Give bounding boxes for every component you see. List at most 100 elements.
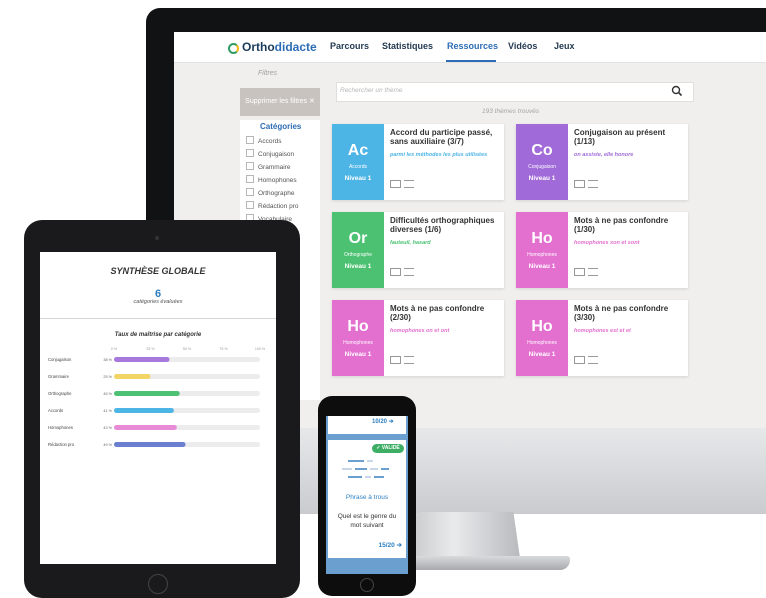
category-label: Orthographe	[48, 391, 72, 396]
theme-card[interactable]: Co Conjugaison Niveau 1 Conjugaison au pré…	[516, 124, 688, 200]
brand-logo[interactable]: Orthodidacte	[228, 40, 317, 54]
filter-grammaire[interactable]: Grammaire	[246, 162, 291, 171]
data-label: 38 %	[103, 358, 112, 362]
checkbox[interactable]	[246, 162, 254, 170]
filter-accords[interactable]: Accords	[246, 136, 281, 145]
categories-title: Catégories	[260, 122, 302, 131]
filter-label: Grammaire	[258, 164, 291, 171]
theme-card[interactable]: Or Orthographe Niveau 1 Difficultés orthog…	[332, 212, 504, 288]
tablet-home-button	[148, 574, 168, 594]
data-label: 25 %	[103, 375, 112, 379]
exercise-icon	[574, 356, 585, 364]
filter-label: Rédaction pro	[258, 203, 299, 210]
level-label: Niveau 1	[528, 263, 556, 270]
filter-label: Orthographe	[258, 190, 295, 197]
nav-ressources[interactable]: Ressources	[447, 41, 498, 51]
filter-label: Homophones	[258, 177, 297, 184]
checkbox[interactable]	[246, 136, 254, 144]
theme-card[interactable]: Ho Homophones Niveau 1 Mots à ne pas confo…	[516, 300, 688, 376]
x-tick-label: 25 %	[146, 347, 155, 351]
card-title: Mots à ne pas confondre (3/30)	[574, 304, 669, 322]
active-tab-indicator	[446, 60, 496, 62]
category-abbr: Ho	[531, 230, 553, 247]
level-label: Niveau 1	[344, 175, 372, 182]
filter-orthographe[interactable]: Orthographe	[246, 188, 295, 197]
card-title: Mots à ne pas confondre (1/30)	[574, 216, 669, 234]
category-abbr: Or	[348, 230, 368, 247]
phone-screen: 10/20 ➔ ✓ VALIDÉ Phrase à trous Quel est…	[326, 416, 408, 574]
list-icon	[588, 356, 598, 364]
brand-name-rest: didacte	[274, 40, 317, 54]
data-label: 41 %	[103, 409, 112, 413]
exercise-icon	[574, 180, 585, 188]
exercise-icon	[390, 268, 401, 276]
category-badge: Ho Homophones Niveau 1	[516, 300, 568, 376]
filter-label: Conjugaison	[258, 151, 295, 158]
exercise-icon	[390, 180, 401, 188]
card-subtitle: homophones on et ont	[390, 328, 450, 334]
card-subtitle: parmi les méthodes les plus utilisées	[390, 152, 488, 158]
bar	[114, 442, 186, 447]
category-name: Homophones	[343, 340, 373, 346]
card-title: Mots à ne pas confondre (2/30)	[390, 304, 485, 322]
x-tick-label: 100 %	[255, 347, 266, 351]
bar	[114, 357, 170, 362]
category-label: Homophones	[48, 425, 73, 430]
level-label: Niveau 1	[528, 351, 556, 358]
level-label: Niveau 1	[344, 263, 372, 270]
card-title: Difficultés orthographiques diverses (1/…	[390, 216, 495, 234]
level-label: Niveau 1	[344, 351, 372, 358]
categories-count-label: catégories évaluées	[133, 299, 183, 305]
category-badge: Ac Accords Niveau 1	[332, 124, 384, 200]
tablet-screen: SYNTHÈSE GLOBALE 6 catégories évaluées T…	[40, 252, 276, 564]
nav-videos[interactable]: Vidéos	[508, 41, 537, 51]
data-label: 49 %	[103, 443, 112, 447]
category-badge: Co Conjugaison Niveau 1	[516, 124, 568, 200]
theme-card[interactable]: Ho Homophones Niveau 1 Mots à ne pas confo…	[516, 212, 688, 288]
brand-name-bold: Ortho	[242, 40, 275, 54]
category-name: Homophones	[527, 340, 557, 346]
category-abbr: Ac	[347, 142, 369, 159]
card-subtitle: homophones son et sont	[574, 240, 640, 246]
category-abbr: Ho	[347, 318, 369, 335]
checkbox[interactable]	[246, 201, 254, 209]
bar	[114, 408, 174, 413]
card-subtitle: on assiste, elle honore	[574, 152, 634, 158]
category-badge: Or Orthographe Niveau 1	[332, 212, 384, 288]
theme-card[interactable]: Ho Homophones Niveau 1 Mots à ne pas confo…	[332, 300, 504, 376]
bar	[114, 374, 151, 379]
filter-redaction-pro[interactable]: Rédaction pro	[246, 201, 298, 210]
checkbox[interactable]	[246, 188, 254, 196]
exercise-card[interactable]: ✓ VALIDÉ Phrase à trous Quel est le genr…	[328, 440, 406, 558]
filter-conjugaison[interactable]: Conjugaison	[246, 149, 294, 158]
search-icon[interactable]	[670, 84, 684, 98]
category-label: Conjugaison	[48, 357, 72, 362]
checkbox[interactable]	[246, 175, 254, 183]
nav-parcours[interactable]: Parcours	[330, 41, 369, 51]
category-badge: Ho Homophones Niveau 1	[332, 300, 384, 376]
nav-jeux[interactable]: Jeux	[554, 41, 575, 51]
chart-title: Taux de maîtrise par catégorie	[114, 332, 202, 338]
exercise-score[interactable]: 15/20 ➔	[328, 541, 402, 549]
category-label: Rédaction pro	[48, 442, 75, 447]
list-icon	[588, 180, 598, 188]
category-name: Accords	[348, 164, 368, 170]
monitor-stand	[410, 512, 520, 558]
filter-homophones[interactable]: Homophones	[246, 175, 297, 184]
level-label: Niveau 1	[528, 175, 556, 182]
list-icon	[404, 356, 414, 364]
audio-icon	[404, 268, 414, 276]
card-title: Conjugaison au présent (1/13)	[574, 128, 666, 146]
filter-label: Accords	[258, 138, 282, 145]
previous-exercise-card[interactable]: 10/20 ➔	[328, 416, 406, 434]
x-tick-label: 0 %	[111, 347, 118, 351]
nav-statistiques[interactable]: Statistiques	[382, 41, 433, 51]
list-icon	[588, 268, 598, 276]
mastery-bar-chart: 0 % 25 % 50 % 75 % 100 % Conjugaison 38 % Gramm…	[48, 347, 266, 447]
clear-filters-button[interactable]: Supprimer les filtres ✕	[240, 88, 320, 116]
exercise-icon	[574, 268, 585, 276]
checkbox[interactable]	[246, 149, 254, 157]
theme-card[interactable]: Ac Accords Niveau 1 Accord du participe pa…	[332, 124, 504, 200]
synthesis-title: SYNTHÈSE GLOBALE	[110, 266, 206, 276]
data-label: 43 %	[103, 426, 112, 430]
